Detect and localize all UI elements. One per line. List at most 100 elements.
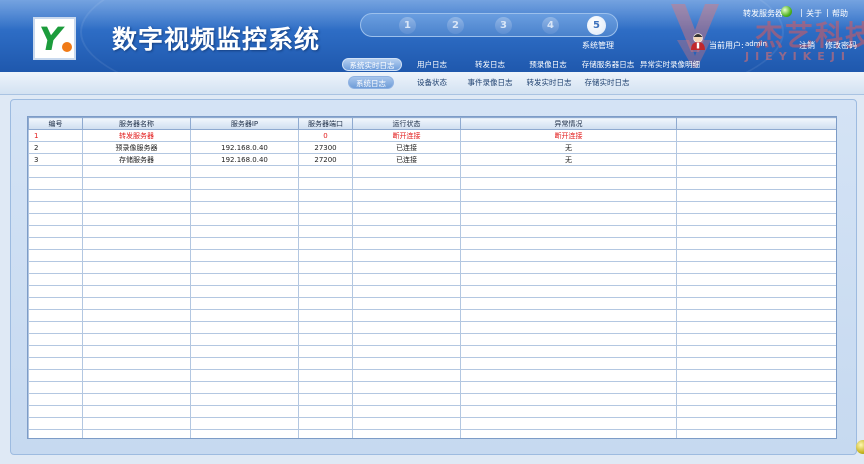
empty-cell <box>298 369 353 382</box>
table-header-row: 编号 服务器名称 服务器IP 服务器端口 运行状态 异常情况 <box>28 117 836 130</box>
change-password-link[interactable]: 修改密码 <box>825 40 857 51</box>
empty-cell <box>352 417 461 430</box>
empty-table-row <box>28 189 836 202</box>
empty-table-row <box>28 333 836 346</box>
empty-cell <box>190 369 299 382</box>
step-2[interactable]: 2 <box>447 17 464 34</box>
empty-table-row <box>28 357 836 370</box>
table-row[interactable]: 3 存储服务器 192.168.0.40 27200 已连接 无 <box>28 153 836 166</box>
column-header-run-status[interactable]: 运行状态 <box>352 117 461 130</box>
empty-cell <box>352 201 461 214</box>
tab-abnormal-recording-detail[interactable]: 异常实时录像明细 <box>640 58 700 71</box>
empty-cell <box>82 285 191 298</box>
empty-table-row <box>28 273 836 286</box>
empty-table-row <box>28 345 836 358</box>
tab-forward-realtime-log[interactable]: 转发实时日志 <box>524 76 574 89</box>
tab-event-recording-log[interactable]: 事件录像日志 <box>466 76 514 89</box>
empty-cell <box>676 429 836 438</box>
empty-cell <box>82 237 191 250</box>
logo-dot <box>62 42 72 52</box>
empty-cell <box>298 201 353 214</box>
step-4[interactable]: 4 <box>542 17 559 34</box>
empty-cell <box>676 297 836 310</box>
empty-cell <box>676 225 836 238</box>
empty-cell <box>82 297 191 310</box>
cell-server-ip: 192.168.0.40 <box>190 141 299 154</box>
empty-cell <box>352 357 461 370</box>
empty-cell <box>460 345 677 358</box>
empty-cell <box>82 417 191 430</box>
cell-server-name: 预录像服务器 <box>82 141 191 154</box>
empty-cell <box>352 369 461 382</box>
column-header-server-ip[interactable]: 服务器IP <box>190 117 299 130</box>
tab-storage-realtime-log[interactable]: 存储实时日志 <box>582 76 632 89</box>
cell-id: 2 <box>28 141 83 154</box>
empty-cell <box>28 297 83 310</box>
secondary-log-tabs: 系统日志 设备状态 事件录像日志 转发实时日志 存储实时日志 <box>0 72 864 95</box>
tab-user-log[interactable]: 用户日志 <box>410 58 454 71</box>
empty-cell <box>190 225 299 238</box>
table-row[interactable]: 2 预录像服务器 192.168.0.40 27300 已连接 无 <box>28 141 836 154</box>
cell-abnormal: 无 <box>460 141 677 154</box>
about-link[interactable]: 关于 <box>806 8 822 19</box>
empty-cell <box>298 249 353 262</box>
empty-cell <box>460 165 677 178</box>
tab-system-realtime-log[interactable]: 系统实时日志 <box>342 58 402 71</box>
empty-cell <box>460 237 677 250</box>
step-5-active[interactable]: 5 <box>587 16 606 35</box>
empty-cell <box>460 273 677 286</box>
tab-device-status[interactable]: 设备状态 <box>410 76 454 89</box>
empty-cell <box>460 405 677 418</box>
empty-cell <box>28 333 83 346</box>
empty-cell <box>352 165 461 178</box>
empty-cell <box>190 285 299 298</box>
logo-y-glyph: Y <box>39 20 63 58</box>
empty-cell <box>190 249 299 262</box>
logout-link[interactable]: 注销 <box>799 40 815 51</box>
tab-forward-log[interactable]: 转发日志 <box>468 58 512 71</box>
empty-cell <box>190 405 299 418</box>
step-1[interactable]: 1 <box>399 17 416 34</box>
empty-cell <box>190 345 299 358</box>
cell-id: 3 <box>28 153 83 166</box>
tab-storage-server-log[interactable]: 存储服务器日志 <box>580 58 636 71</box>
empty-cell <box>28 261 83 274</box>
empty-cell <box>28 357 83 370</box>
primary-log-tabs: 系统实时日志 用户日志 转发日志 预录像日志 存储服务器日志 异常实时录像明细 <box>0 56 864 72</box>
empty-cell <box>352 297 461 310</box>
empty-cell <box>298 177 353 190</box>
empty-table-row <box>28 309 836 322</box>
cell-blank <box>676 141 836 154</box>
column-header-id[interactable]: 编号 <box>28 117 83 130</box>
empty-cell <box>190 261 299 274</box>
empty-cell <box>352 321 461 334</box>
empty-cell <box>82 273 191 286</box>
empty-cell <box>352 333 461 346</box>
empty-cell <box>298 261 353 274</box>
empty-cell <box>676 201 836 214</box>
empty-table-row <box>28 237 836 250</box>
empty-cell <box>676 273 836 286</box>
cell-id: 1 <box>28 129 83 142</box>
empty-cell <box>28 285 83 298</box>
tab-prerecord-log[interactable]: 预录像日志 <box>522 58 574 71</box>
empty-cell <box>460 381 677 394</box>
empty-table-row <box>28 261 836 274</box>
step-3[interactable]: 3 <box>495 17 512 34</box>
empty-cell <box>676 405 836 418</box>
empty-cell <box>676 345 836 358</box>
empty-cell <box>460 429 677 438</box>
empty-cell <box>676 321 836 334</box>
help-link[interactable]: 帮助 <box>832 8 848 19</box>
separator: | <box>800 8 803 17</box>
table-row[interactable]: 1 转发服务器 0 断开连接 断开连接 <box>28 129 836 142</box>
empty-cell <box>82 189 191 202</box>
empty-cell <box>190 357 299 370</box>
column-header-server-name[interactable]: 服务器名称 <box>82 117 191 130</box>
column-header-abnormal[interactable]: 异常情况 <box>460 117 677 130</box>
user-avatar-icon <box>691 33 705 50</box>
app-logo: Y <box>33 17 76 60</box>
column-header-server-port[interactable]: 服务器端口 <box>298 117 353 130</box>
tab-system-log[interactable]: 系统日志 <box>348 76 394 89</box>
empty-cell <box>352 177 461 190</box>
